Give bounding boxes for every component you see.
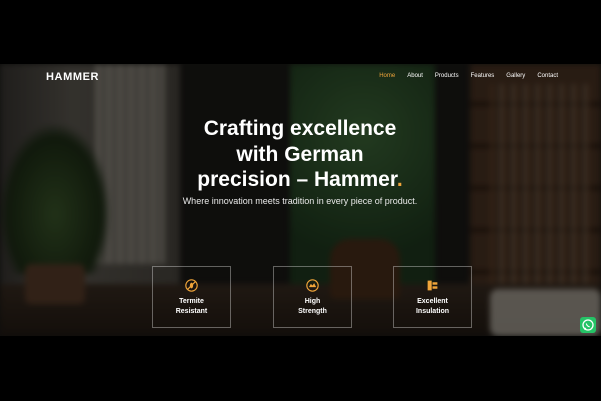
nav-menu: Home About Products Features Gallery Con… — [379, 73, 558, 79]
feature-label: Termite Resistant — [175, 298, 208, 315]
nav-item-contact[interactable]: Contact — [537, 73, 558, 79]
nav-item-features[interactable]: Features — [471, 73, 495, 79]
whatsapp-icon — [582, 319, 594, 331]
hero-title-line-3: precision – Hammer. — [197, 168, 403, 191]
whatsapp-button[interactable] — [580, 317, 596, 333]
feature-label: Excellent Insulation — [415, 298, 450, 315]
hero-section: HAMMER Home About Products Features Gall… — [0, 64, 601, 336]
feature-card-strength: High Strength — [273, 266, 352, 328]
nav-item-gallery[interactable]: Gallery — [506, 73, 525, 79]
top-navigation: HAMMER Home About Products Features Gall… — [0, 64, 601, 90]
nav-item-about[interactable]: About — [407, 73, 423, 79]
strength-icon — [306, 279, 319, 292]
accent-dot: . — [396, 168, 403, 191]
hero-title-line-2: with German — [236, 142, 364, 166]
no-termite-icon — [185, 279, 198, 292]
hero-subtitle: Where innovation meets tradition in ever… — [182, 196, 418, 206]
feature-card-insulation: Excellent Insulation — [393, 266, 472, 328]
feature-label: High Strength — [298, 298, 327, 315]
hero-title: Crafting excellence with German precisio… — [150, 116, 450, 193]
insulation-icon — [427, 280, 438, 291]
hero-title-line-1: Crafting excellence — [203, 117, 397, 140]
feature-card-termite: Termite Resistant — [152, 266, 231, 328]
nav-item-products[interactable]: Products — [435, 73, 459, 79]
nav-item-home[interactable]: Home — [379, 73, 395, 79]
brand-logo[interactable]: HAMMER — [46, 71, 99, 83]
